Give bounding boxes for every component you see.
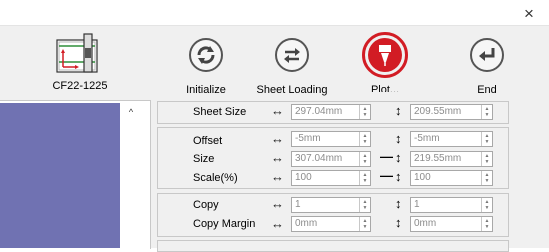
copy-x-field[interactable]: 1 ▲ ▼ (291, 197, 371, 213)
size-y-value: 219.55mm (414, 153, 462, 164)
vertical-arrow-icon: ↕ (395, 196, 402, 211)
end-label: End (477, 84, 497, 96)
refresh-icon (197, 46, 215, 64)
vertical-arrow-icon: ↕ (395, 150, 402, 165)
initialize-label: Initialize (186, 84, 226, 96)
sheet-height-field[interactable]: 209.55mm ▲ ▼ (410, 104, 493, 120)
spinner-arrows-icon[interactable]: ▲ ▼ (359, 152, 370, 166)
spinner-arrows-icon[interactable]: ▲ ▼ (481, 171, 492, 185)
spinner-arrows-icon[interactable]: ▲ ▼ (481, 132, 492, 146)
spinner-arrows-icon[interactable]: ▲ ▼ (359, 217, 370, 231)
spinner-arrows-icon[interactable]: ▲ ▼ (359, 198, 370, 212)
cutting-plotter-icon[interactable] (54, 32, 102, 74)
plot-button[interactable] (368, 38, 402, 72)
pen-plot-icon (379, 45, 391, 66)
scroll-up-icon[interactable]: ^ (124, 107, 138, 119)
swap-arrows-icon (284, 48, 300, 63)
size-y-field[interactable]: 219.55mm ▲ ▼ (410, 151, 493, 167)
aspect-link-icon[interactable]: — (380, 149, 393, 164)
close-button[interactable]: × (518, 4, 540, 24)
copy-margin-label: Copy Margin (193, 218, 256, 230)
spinner-arrows-icon[interactable]: ▲ ▼ (359, 171, 370, 185)
scale-link-icon[interactable]: — (380, 168, 393, 183)
device-label: CF22-1225 (52, 80, 108, 92)
size-x-value: 307.04mm (295, 153, 343, 164)
plot-label: Plot... (370, 84, 400, 92)
selected-list-item[interactable] (0, 103, 120, 248)
copy-margin-y-value: 0mm (414, 218, 437, 229)
offset-y-value: -5mm (414, 133, 440, 144)
offset-y-field[interactable]: -5mm ▲ ▼ (410, 131, 493, 147)
sheet-loading-button[interactable] (275, 38, 309, 72)
scale-x-field[interactable]: 100 ▲ ▼ (291, 170, 371, 186)
spinner-arrows-icon[interactable]: ▲ ▼ (481, 105, 492, 119)
sheet-size-label: Sheet Size (193, 106, 247, 118)
copy-margin-y-field[interactable]: 0mm ▲ ▼ (410, 216, 493, 232)
vertical-arrow-icon: ↕ (395, 215, 402, 230)
next-group (157, 240, 509, 252)
vertical-arrow-icon: ↕ (395, 169, 402, 184)
scale-y-value: 100 (414, 172, 431, 183)
scale-y-field[interactable]: 100 ▲ ▼ (410, 170, 493, 186)
end-button[interactable] (470, 38, 504, 72)
vertical-arrow-icon: ↕ (395, 103, 402, 118)
offset-label: Offset (193, 135, 223, 147)
horizontal-arrow-icon: ↔ (271, 131, 284, 146)
horizontal-arrow-icon: ↔ (271, 169, 284, 184)
scale-x-value: 100 (295, 172, 312, 183)
sheet-loading-label: Sheet Loading (256, 84, 328, 96)
copy-y-field[interactable]: 1 ▲ ▼ (410, 197, 493, 213)
copy-x-value: 1 (295, 199, 301, 210)
sheet-width-field[interactable]: 297.04mm ▲ ▼ (291, 104, 371, 120)
offset-x-field[interactable]: -5mm ▲ ▼ (291, 131, 371, 147)
horizontal-arrow-icon: ↔ (271, 196, 284, 211)
size-label: Size (193, 153, 215, 165)
horizontal-arrow-icon: ↔ (271, 103, 284, 118)
copy-label: Copy (193, 199, 219, 211)
spinner-arrows-icon[interactable]: ▲ ▼ (481, 152, 492, 166)
spinner-arrows-icon[interactable]: ▲ ▼ (359, 105, 370, 119)
copy-margin-x-value: 0mm (295, 218, 318, 229)
horizontal-arrow-icon: ↔ (271, 216, 284, 231)
scale-label: Scale(%) (193, 172, 238, 184)
spinner-arrows-icon[interactable]: ▲ ▼ (359, 132, 370, 146)
offset-x-value: -5mm (295, 133, 321, 144)
horizontal-arrow-icon: ↔ (271, 150, 284, 165)
spinner-arrows-icon[interactable]: ▲ ▼ (481, 198, 492, 212)
vertical-arrow-icon: ↕ (395, 131, 402, 146)
return-arrow-icon (479, 48, 495, 61)
list-scrollbar[interactable] (122, 103, 140, 248)
size-x-field[interactable]: 307.04mm ▲ ▼ (291, 151, 371, 167)
spinner-arrows-icon[interactable]: ▲ ▼ (481, 217, 492, 231)
sheet-width-value: 297.04mm (295, 106, 343, 117)
sheet-height-value: 209.55mm (414, 106, 462, 117)
copy-margin-x-field[interactable]: 0mm ▲ ▼ (291, 216, 371, 232)
initialize-button[interactable] (189, 38, 223, 72)
copy-y-value: 1 (414, 199, 420, 210)
